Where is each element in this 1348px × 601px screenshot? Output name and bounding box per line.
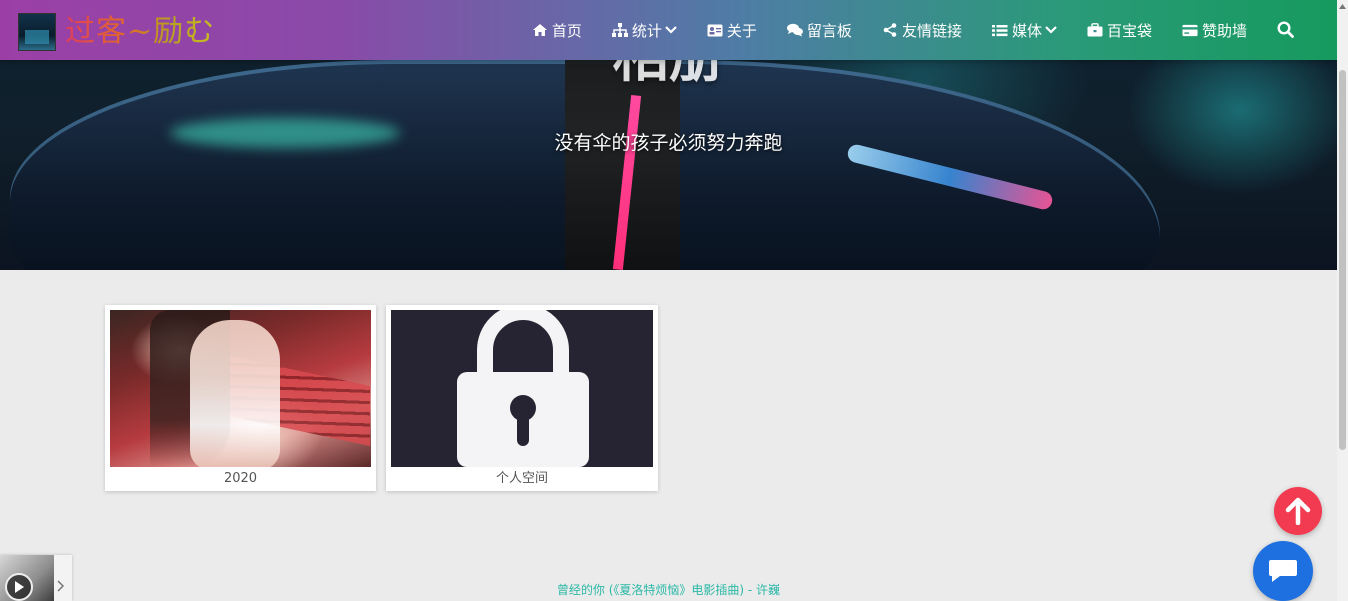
- id-card-icon: [707, 22, 723, 38]
- chevron-down-icon: [1045, 23, 1057, 37]
- nav-menu: 首页 统计 关于 留言板 友情链接 媒体 百宝袋 赞助墙: [502, 0, 1295, 60]
- now-playing-text: 曾经的你 (《夏洛特烦恼》电影插曲) - 许巍: [556, 583, 781, 597]
- brand-logo[interactable]: [18, 13, 56, 51]
- nav-item-sponsors[interactable]: 赞助墙: [1182, 20, 1247, 41]
- nav-item-links[interactable]: 友情链接: [882, 20, 962, 41]
- page-scrollbar[interactable]: [1337, 0, 1348, 601]
- album-cover-image[interactable]: [391, 310, 653, 467]
- nav-item-stats[interactable]: 统计: [611, 20, 677, 41]
- nav-item-toolbox[interactable]: 百宝袋: [1087, 20, 1152, 41]
- sitemap-icon: [611, 22, 628, 38]
- nav-item-label: 统计: [631, 21, 662, 40]
- album-card-private[interactable]: 个人空间: [386, 305, 658, 491]
- brand[interactable]: 过客~励む: [18, 13, 215, 51]
- nav-item-label: 关于: [726, 21, 757, 40]
- search-icon[interactable]: [1277, 21, 1295, 39]
- share-icon: [882, 22, 898, 38]
- briefcase-icon: [1087, 22, 1103, 38]
- page-subtitle: 没有伞的孩子必须努力奔跑: [554, 132, 783, 154]
- credit-card-icon: [1182, 22, 1198, 38]
- nav-item-label: 媒体: [1011, 21, 1042, 40]
- arrow-up-icon: [1285, 497, 1311, 525]
- album-caption[interactable]: 个人空间: [391, 471, 653, 487]
- nav-item-about[interactable]: 关于: [707, 20, 757, 41]
- nav-item-label: 赞助墙: [1201, 21, 1247, 40]
- nav-item-label: 留言板: [806, 21, 852, 40]
- album-card-2020[interactable]: 2020: [105, 305, 376, 491]
- back-to-top-button[interactable]: [1274, 487, 1322, 535]
- comments-icon: [786, 22, 803, 38]
- nav-item-label: 首页: [551, 21, 582, 40]
- nav-item-label: 友情链接: [901, 21, 962, 40]
- scrollbar-thumb[interactable]: [1339, 70, 1346, 450]
- nav-item-guestbook[interactable]: 留言板: [786, 20, 852, 41]
- top-navbar: 过客~励む 首页 统计 关于 留言板 友情链接 媒体 百宝袋 赞助墙: [0, 0, 1337, 60]
- brand-title[interactable]: 过客~励む: [65, 13, 215, 51]
- nav-item-media[interactable]: 媒体: [991, 20, 1057, 41]
- nav-item-label: 百宝袋: [1106, 21, 1152, 40]
- scroll-up-arrow[interactable]: [1337, 0, 1348, 12]
- album-caption[interactable]: 2020: [110, 471, 371, 487]
- album-cover-image[interactable]: [110, 310, 371, 467]
- chevron-down-icon: [665, 23, 677, 37]
- cover-figure-shape: [190, 320, 280, 467]
- lock-icon: [457, 310, 589, 467]
- nav-item-home[interactable]: 首页: [532, 20, 582, 41]
- list-icon: [991, 22, 1008, 38]
- home-icon: [532, 22, 548, 38]
